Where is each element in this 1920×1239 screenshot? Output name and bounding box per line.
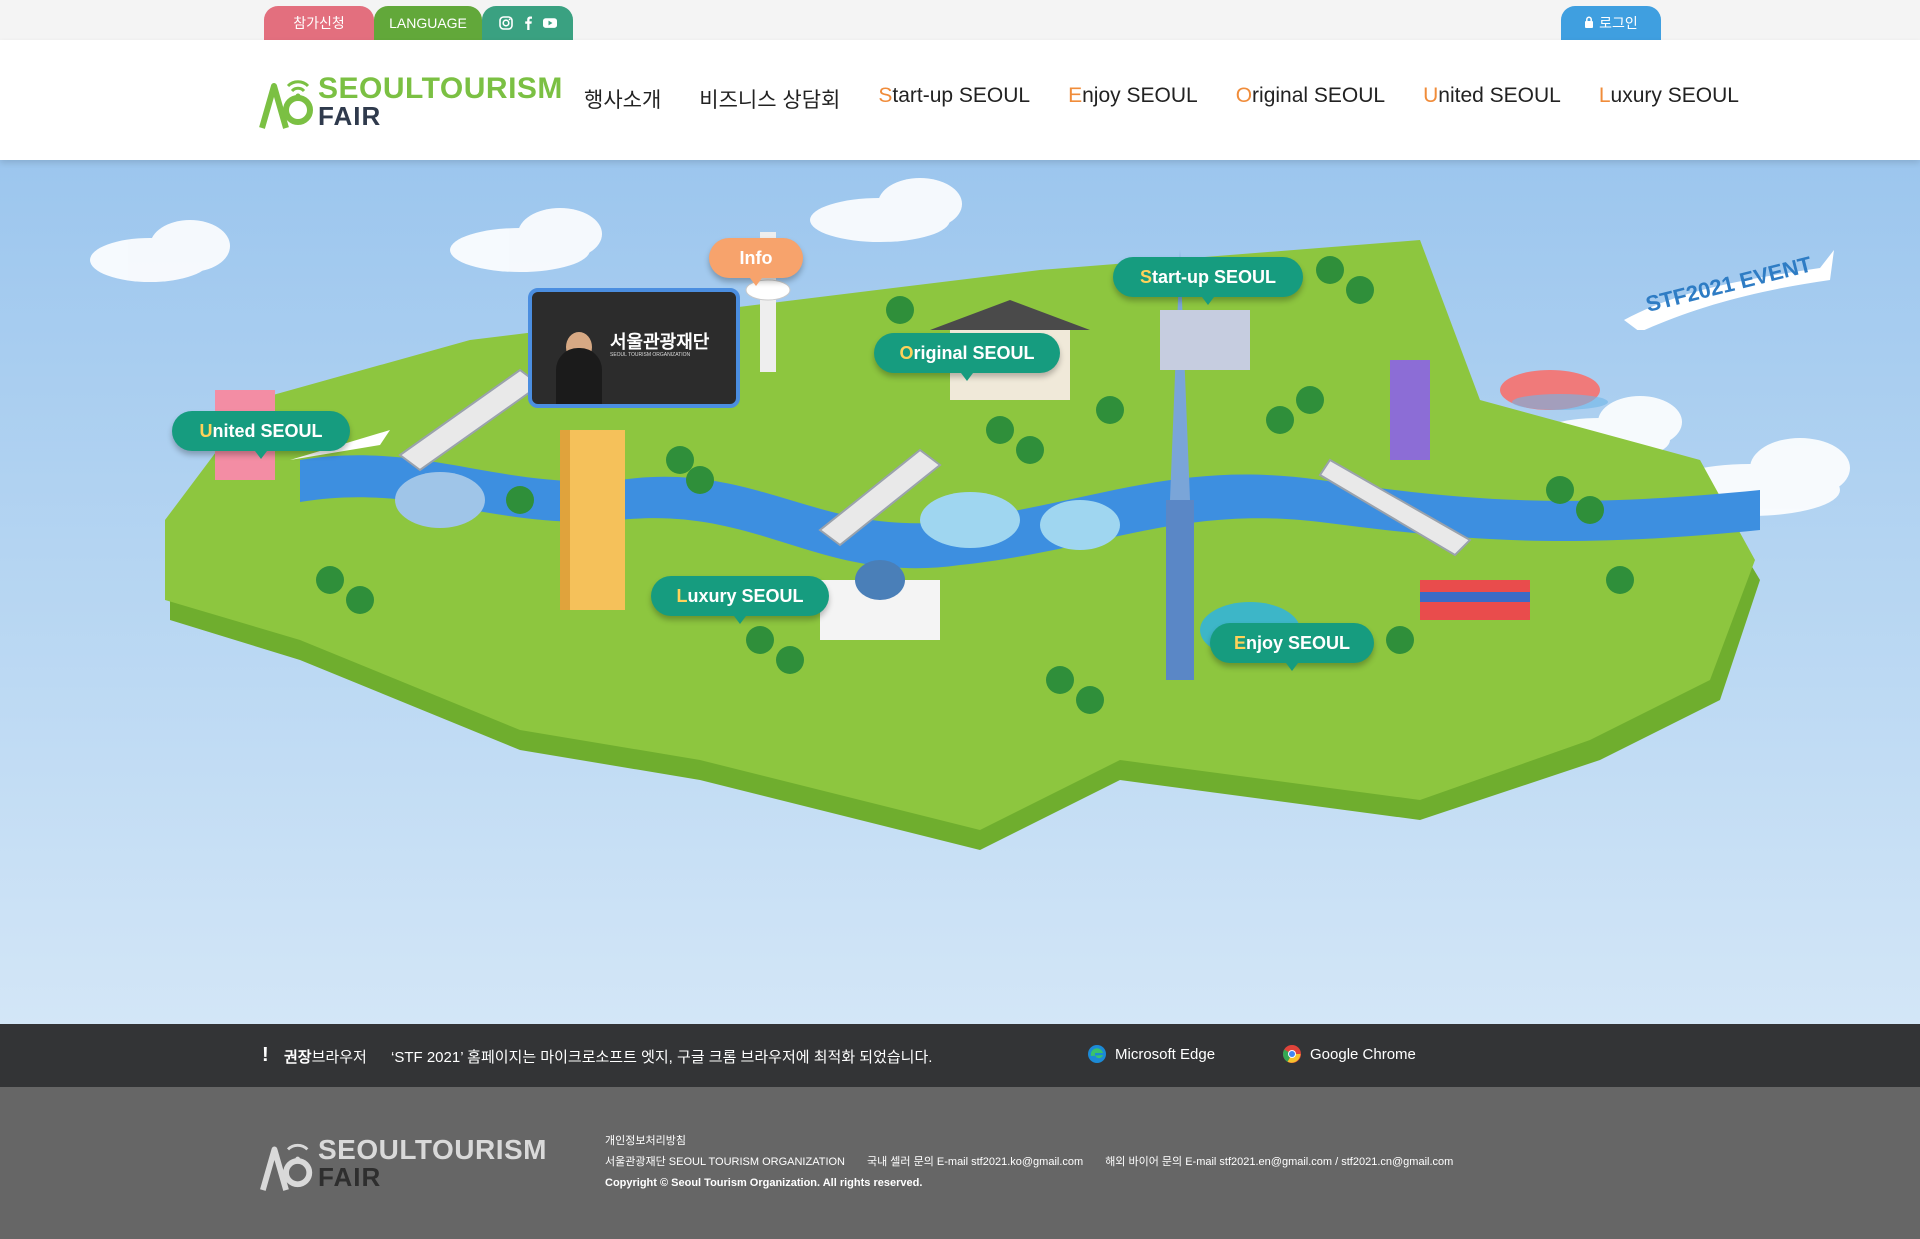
contact-row: 서울관광재단 SEOUL TOURISM ORGANIZATION 국내 셀러 … [605,1152,1453,1173]
logo-mark-icon [259,80,313,129]
nav-enjoy-seoul[interactable]: Enjoy SEOUL [1068,84,1198,114]
notice-text: ‘STF 2021’ 홈페이지는 마이크로소프트 엣지, 구글 크롬 브라우저에… [391,1049,933,1066]
nav-original-seoul[interactable]: Original SEOUL [1236,84,1385,114]
video-subtitle: SEOUL TOURISM ORGANIZATION [610,352,691,358]
chrome-icon [1282,1045,1301,1063]
login-label: 로그인 [1599,15,1638,31]
video-title: 서울관광재단 [610,332,710,352]
overseas-contact: 해외 바이어 문의 E-mail stf2021.en@gmail.com / … [1105,1156,1454,1168]
youtube-icon[interactable] [542,16,557,30]
footer-logo: SEOULTOURISM FAIR [258,1132,548,1192]
notice-label: 권장브라우저 [284,1049,367,1066]
nav-business-meeting[interactable]: 비즈니스 상담회 [699,84,840,114]
zone-startup-seoul[interactable]: Start-up SEOUL [1113,257,1303,305]
main-nav: 행사소개 비즈니스 상담회 Start-up SEOUL Enjoy SEOUL… [584,84,1739,114]
language-button[interactable]: LANGUAGE [374,6,482,40]
nav-about[interactable]: 행사소개 [584,84,661,114]
footer-logo-mark-icon [260,1143,313,1191]
intro-video-thumbnail[interactable]: 서울관광재단 SEOUL TOURISM ORGANIZATION [528,288,740,408]
browser-notice-bar: ! 권장브라우저 ‘STF 2021’ 홈페이지는 마이크로소프트 엣지, 구글… [0,1024,1920,1087]
chrome-link[interactable]: Google Chrome [1282,1044,1416,1064]
instagram-icon[interactable] [498,16,513,30]
lock-icon [1584,15,1594,31]
privacy-policy-link[interactable]: 개인정보처리방침 [605,1131,1453,1152]
info-bubble[interactable]: Info [709,238,803,286]
seoul-map: 서울관광재단 SEOUL TOURISM ORGANIZATION Info U… [0,160,1920,1024]
edge-label: Microsoft Edge [1115,1045,1216,1063]
facebook-icon[interactable] [521,16,535,30]
edge-icon [1088,1045,1106,1063]
zone-luxury-seoul[interactable]: Luxury SEOUL [651,576,829,624]
footer-info: 개인정보처리방침 서울관광재단 SEOUL TOURISM ORGANIZATI… [605,1131,1453,1194]
zone-original-seoul[interactable]: Original SEOUL [874,333,1060,381]
presenter-body [556,348,602,404]
join-button[interactable]: 참가신청 [264,6,374,40]
footer: SEOULTOURISM FAIR 개인정보처리방침 서울관광재단 SEOUL … [0,1087,1920,1239]
zone-enjoy-seoul[interactable]: Enjoy SEOUL [1210,623,1374,671]
top-utility-bar: 참가신청 LANGUAGE 로그인 [0,0,1920,40]
copyright: Copyright © Seoul Tourism Organization. … [605,1177,923,1189]
site-logo[interactable]: SEOULTOURISM FAIR [258,68,562,131]
login-button[interactable]: 로그인 [1561,6,1661,40]
chrome-label: Google Chrome [1310,1045,1416,1063]
footer-logo-line2: FAIR [318,1162,382,1192]
nav-startup-seoul[interactable]: Start-up SEOUL [878,84,1030,114]
domestic-contact: 국내 셀러 문의 E-mail stf2021.ko@gmail.com [867,1156,1084,1168]
logo-text-line2: FAIR [318,101,382,131]
nav-united-seoul[interactable]: United SEOUL [1423,84,1561,114]
sns-links [482,6,573,40]
stf2021-event-banner[interactable]: STF2021 EVENT [1620,250,1840,332]
nav-luxury-seoul[interactable]: Luxury SEOUL [1599,84,1739,114]
alert-icon: ! [262,1044,269,1066]
header: SEOULTOURISM FAIR 행사소개 비즈니스 상담회 Start-up… [0,40,1920,160]
edge-link[interactable]: Microsoft Edge [1087,1044,1215,1064]
zone-united-seoul[interactable]: United SEOUL [172,411,350,459]
organization-name: 서울관광재단 SEOUL TOURISM ORGANIZATION [605,1156,846,1168]
event-banner-flag: STF2021 EVENT [1624,250,1834,332]
